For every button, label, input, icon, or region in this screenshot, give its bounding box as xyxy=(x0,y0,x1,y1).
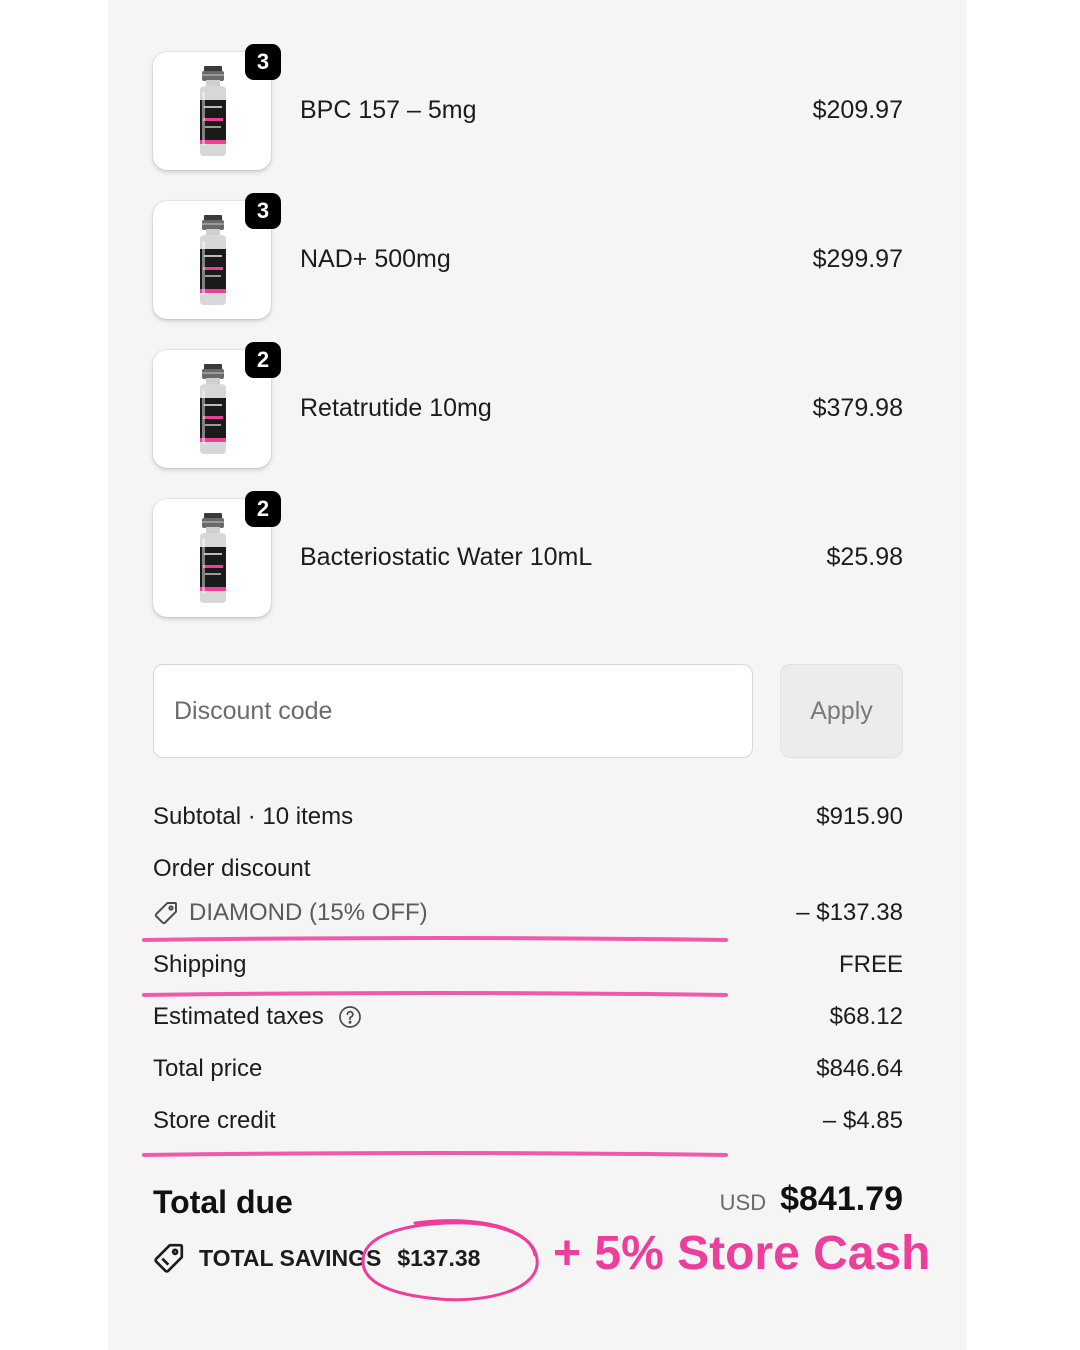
savings-tag-icon xyxy=(153,1242,185,1274)
line-item: 3 NAD+ 500mg $299.97 xyxy=(153,193,903,321)
store-credit-label: Store credit xyxy=(153,1107,276,1134)
total-price-value: $846.64 xyxy=(816,1055,903,1082)
product-name: Retatrutide 10mg xyxy=(300,394,492,422)
quantity-badge: 3 xyxy=(245,193,281,229)
product-name: Bacteriostatic Water 10mL xyxy=(300,543,593,571)
line-item: 3 BPC 157 – 5mg $209.97 xyxy=(153,44,903,172)
highlight-underline xyxy=(142,1151,728,1157)
line-item: 2 Retatrutide 10mg $379.98 xyxy=(153,342,903,470)
tag-icon xyxy=(153,900,179,926)
product-price: $25.98 xyxy=(826,543,903,571)
apply-button[interactable]: Apply xyxy=(780,664,903,758)
store-credit-value: – $4.85 xyxy=(822,1107,903,1134)
highlight-underline xyxy=(142,936,728,942)
total-price-row: Total price $846.64 xyxy=(153,1055,903,1089)
subtotal-label: Subtotal · 10 items xyxy=(153,803,354,830)
product-price: $209.97 xyxy=(812,96,903,124)
highlight-underline xyxy=(142,991,728,997)
currency-label: USD xyxy=(719,1190,767,1215)
order-discount-row: Order discount xyxy=(153,855,903,889)
quantity-badge: 2 xyxy=(245,342,281,378)
discount-code-input[interactable] xyxy=(153,664,753,758)
shipping-row: Shipping FREE xyxy=(153,951,903,985)
shipping-label: Shipping xyxy=(153,951,247,978)
product-name: NAD+ 500mg xyxy=(300,245,451,273)
discount-value: – $137.38 xyxy=(796,899,903,926)
order-discount-label: Order discount xyxy=(153,855,311,882)
discount-code-row: DIAMOND (15% OFF) – $137.38 xyxy=(153,899,903,933)
taxes-value: $68.12 xyxy=(829,1003,903,1030)
taxes-label: Estimated taxes xyxy=(153,1003,324,1030)
product-price: $299.97 xyxy=(812,245,903,273)
subtotal-row: Subtotal · 10 items $915.90 xyxy=(153,803,903,837)
help-icon[interactable] xyxy=(338,1005,362,1029)
quantity-badge: 3 xyxy=(245,44,281,80)
store-credit-row: Store credit – $4.85 xyxy=(153,1107,903,1141)
taxes-row: Estimated taxes $68.12 xyxy=(153,1003,903,1037)
product-name: BPC 157 – 5mg xyxy=(300,96,477,124)
line-item: 2 Bacteriostatic Water 10mL $25.98 xyxy=(153,491,903,619)
discount-code-label: DIAMOND (15% OFF) xyxy=(189,899,428,926)
store-cash-promo: + 5% Store Cash xyxy=(553,1227,931,1280)
quantity-badge: 2 xyxy=(245,491,281,527)
total-savings-label: TOTAL SAVINGS xyxy=(199,1244,382,1271)
circle-annotation xyxy=(361,1219,539,1302)
product-price: $379.98 xyxy=(812,394,903,422)
shipping-value: FREE xyxy=(838,951,903,978)
total-price-label: Total price xyxy=(153,1055,263,1082)
total-due-label: Total due xyxy=(153,1184,293,1220)
subtotal-value: $915.90 xyxy=(816,803,903,830)
total-due-value: $841.79 xyxy=(780,1180,903,1218)
